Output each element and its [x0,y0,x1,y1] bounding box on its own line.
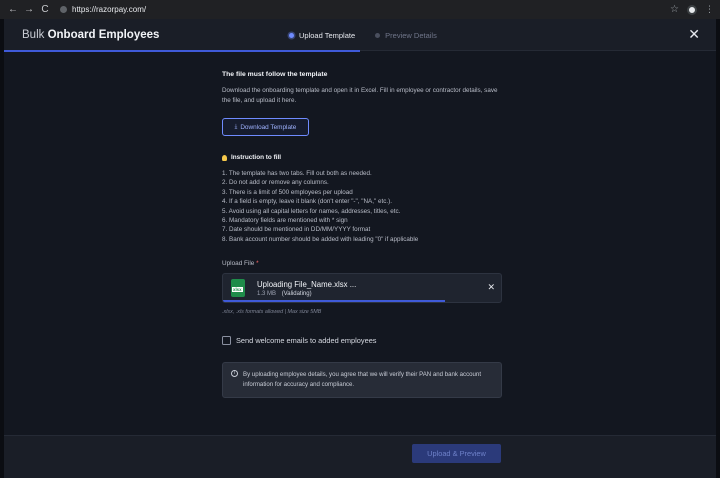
download-template-button[interactable]: ⤓ Download Template [222,118,309,136]
instruction-item: 5. Avoid using all capital letters for n… [222,207,401,215]
welcome-email-checkbox[interactable] [222,336,231,346]
upload-progress-bar [223,300,446,303]
title-prefix: Bulk [22,28,45,41]
step-upload-template[interactable]: Upload Template [289,31,355,40]
file-format-hint: .xlsx, .xls formats allowed | Max size 5… [222,309,322,316]
welcome-email-option[interactable]: Send welcome emails to added employees [222,336,504,346]
instruction-item: 3. There is a limit of 500 employees per… [222,188,353,196]
instruction-item: 4. If a field is empty, leave it blank (… [222,198,392,206]
step-preview-details[interactable]: Preview Details [375,31,437,40]
file-size: 1.3 MB [257,291,277,298]
file-name: Uploading File_Name.xlsx ... [257,280,357,290]
file-status: (Validating) [281,291,312,298]
upload-file-label: Upload File * [222,260,504,267]
instruction-item: 2. Do not add or remove any columns. [222,179,329,187]
modal-header: Bulk Onboard Employees Upload Template P… [4,19,716,52]
instructions-title-text: Instruction to fill [231,154,282,161]
modal-title: Bulk Onboard Employees [22,29,159,41]
address-bar[interactable]: https://razorpay.com/ [60,3,146,16]
template-description: Download the onboarding template and ope… [222,87,498,104]
site-info-icon[interactable] [60,6,67,13]
instructions-list: 1. The template has two tabs. Fill out b… [222,169,504,244]
step-label: Upload Template [299,30,356,40]
notice-text: By uploading employee details, you agree… [243,371,482,389]
instruction-item: 8. Bank account number should be added w… [222,235,419,243]
back-icon[interactable]: ← [6,3,20,17]
remove-file-icon[interactable]: ✕ [487,282,495,293]
profile-avatar[interactable] [687,4,697,15]
upload-label-text: Upload File [222,260,255,268]
onboard-modal: Bulk Onboard Employees Upload Template P… [4,19,716,478]
template-heading: The file must follow the template [222,71,328,78]
upload-preview-button[interactable]: Upload & Preview [412,444,501,463]
xlsx-file-icon: xlsx [231,279,245,298]
download-icon: ⤓ [234,123,238,130]
download-template-label: Download Template [240,123,297,131]
title-bold: Onboard Employees [47,28,160,41]
browser-menu-icon[interactable]: ⋮ [705,4,714,15]
lightbulb-icon [222,154,227,161]
browser-toolbar: ← → C https://razorpay.com/ ☆ ⋮ [0,0,720,19]
instruction-item: 1. The template has two tabs. Fill out b… [222,170,372,177]
required-mark: * [256,260,259,268]
verification-notice: i By uploading employee details, you agr… [222,362,502,399]
instruction-item: 6. Mandatory fields are mentioned with *… [222,217,348,225]
info-icon: i [231,370,238,378]
uploading-file-card: xlsx Uploading File_Name.xlsx ... 1.3 MB… [222,273,502,304]
welcome-email-label[interactable]: Send welcome emails to added employees [236,336,377,345]
instructions-title: Instruction to fill [222,154,504,161]
bookmark-star-icon[interactable]: ☆ [670,4,679,15]
step-label: Preview Details [385,30,437,40]
step-progress-bar [4,50,360,52]
forward-icon[interactable]: → [22,3,36,17]
xlsx-icon-text: xlsx [232,287,243,293]
close-icon[interactable]: ✕ [688,27,700,41]
step-inactive-dot-icon [375,32,381,38]
url-text: https://razorpay.com/ [72,5,147,14]
stepper: Upload Template Preview Details [289,19,437,51]
upload-content: The file must follow the template Downlo… [222,71,504,399]
instruction-item: 7. Date should be mentioned in DD/MM/YYY… [222,226,371,234]
step-active-dot-icon [289,32,294,38]
file-meta: 1.3 MB (Validating) [257,291,312,297]
reload-icon[interactable]: C [38,3,52,17]
modal-footer: Upload & Preview [4,435,716,478]
